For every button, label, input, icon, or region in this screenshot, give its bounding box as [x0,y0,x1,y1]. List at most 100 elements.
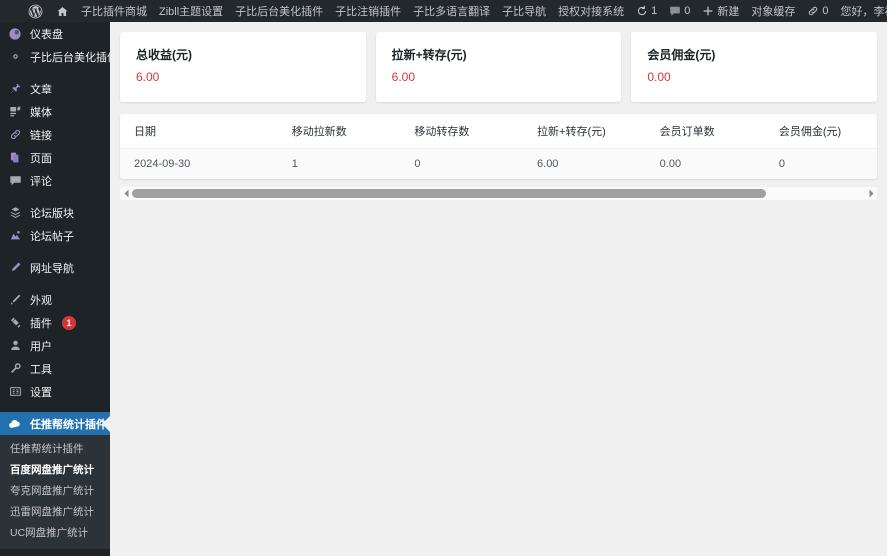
link-icon [807,5,819,17]
scrollbar-right-arrow-button[interactable] [865,187,877,200]
sidebar-divider [0,279,110,288]
ab-item-links[interactable]: 0 [801,0,834,22]
sidebar-item-users[interactable]: 用户 [0,334,110,357]
ab-item-site-home[interactable] [50,0,75,22]
sidebar-item-settings[interactable]: 设置 [0,380,110,403]
forum-icon [7,206,23,219]
sidebar-item-forum-topics[interactable]: 论坛帖子 [0,224,110,247]
submenu-item-quark-netdisk-stats[interactable]: 夸克网盘推广统计 [0,481,110,502]
cell-mobile-new-users: 1 [277,148,401,179]
sidebar-item-label: 文章 [30,83,52,96]
comment-icon [7,174,23,187]
ab-item-label: 子比插件商城 [81,6,147,18]
sidebar-item-tools[interactable]: 工具 [0,357,110,380]
sidebar-divider [0,549,110,556]
tools-icon [7,362,23,375]
chevron-left-icon [123,189,130,198]
stat-card-value: 6.00 [136,70,160,84]
sidebar-item-pages[interactable]: 页面 [0,146,110,169]
updates-icon [636,5,648,17]
submenu-item-xunlei-netdisk-stats[interactable]: 迅雷网盘推广统计 [0,502,110,523]
sidebar-divider [0,192,110,201]
sidebar-item-appearance[interactable]: 外观 [0,288,110,311]
ab-item-multilang-plugin[interactable]: 子比多语言翻译 [407,0,496,22]
sidebar-item-label: 子比后台美化插件 [30,51,110,64]
sidebar-item-posts[interactable]: 文章 [0,77,110,100]
users-icon [7,339,23,352]
sidebar-item-label: 插件 [30,317,52,330]
cell-member-commission: 0 [764,148,877,179]
ab-item-label: 子比导航 [502,6,547,18]
table-horizontal-scrollbar[interactable] [120,187,877,200]
submenu-item-uc-netdisk-stats[interactable]: UC网盘推广统计 [0,523,110,544]
sidebar-item-forum-boards[interactable]: 论坛版块 [0,201,110,224]
cell-member-orders: 0.00 [645,148,765,179]
sidebar-item-label: 用户 [30,340,52,353]
settings-icon [7,385,23,398]
ab-item-new-content[interactable]: 新建 [696,0,745,22]
cell-mobile-saves: 0 [400,148,524,179]
navigation-icon [7,261,23,274]
column-header-new-plus-save-amount[interactable]: 拉新+转存(元) [523,114,646,149]
column-header-mobile-saves[interactable]: 移动转存数 [400,114,524,149]
ab-item-plugin-store[interactable]: 子比插件商城 [75,0,153,22]
appearance-icon [7,293,23,306]
ab-item-label: 子比后台美化插件 [235,6,324,18]
wordpress-logo-button[interactable] [0,0,50,22]
pin-icon [7,82,23,95]
admin-bar: 子比插件商城 Zibll主题设置 子比后台美化插件 子比注销插件 子比多语言翻译… [0,0,887,22]
column-header-date[interactable]: 日期 [120,114,278,149]
sidebar-item-rentuibang-stats[interactable]: 任推帮统计插件 [0,412,110,435]
wordpress-logo-icon [28,4,43,19]
ab-item-object-cache[interactable]: 对象缓存 [745,0,801,22]
sidebar-item-plugins[interactable]: 插件 1 [0,311,110,334]
sidebar-item-links[interactable]: 链接 [0,123,110,146]
ab-item-admin-beautify-plugin[interactable]: 子比后台美化插件 [229,0,329,22]
ab-item-label: Zibll主题设置 [159,6,224,18]
sidebar-item-media[interactable]: 媒体 [0,100,110,123]
sidebar-item-label: 网址导航 [30,262,74,275]
table-row: 2024-09-30 1 0 6.00 0.00 0 [120,148,877,179]
ab-item-howdy-user[interactable]: 您好，李初一 [835,0,887,22]
column-header-member-commission[interactable]: 会员佣金(元) [764,114,877,149]
submenu-item-baidu-netdisk-stats[interactable]: 百度网盘推广统计 [0,460,110,481]
ab-item-label: 子比多语言翻译 [413,6,491,18]
sidebar-item-label: 仪表盘 [30,28,63,41]
stat-card-title: 拉新+转存(元) [391,48,467,62]
sidebar-item-label: 任推帮统计插件 [30,418,107,431]
ab-item-navigation[interactable]: 子比导航 [496,0,552,22]
submenu-item-rentuibang-plugin[interactable]: 任推帮统计插件 [0,439,110,460]
sidebar-item-dashboard[interactable]: 仪表盘 [0,22,110,45]
stat-card-value: 6.00 [391,70,416,84]
scrollbar-track[interactable] [132,187,865,200]
sidebar-item-comments[interactable]: 评论 [0,169,110,192]
sidebar-item-label: 评论 [30,175,52,188]
sidebar-item-website-navigation[interactable]: 网址导航 [0,256,110,279]
scrollbar-left-arrow-button[interactable] [120,187,132,200]
stat-card-value: 0.00 [647,70,671,84]
sidebar-item-label: 论坛帖子 [30,230,74,243]
scrollbar-thumb[interactable] [132,189,767,198]
dashboard-icon [7,27,23,41]
stats-table-head: 日期 移动拉新数 移动转存数 拉新+转存(元) 会员订单数 会员佣金(元) [120,114,877,149]
sidebar-item-admin-beautify[interactable]: 子比后台美化插件 [0,45,110,68]
column-header-mobile-new-users[interactable]: 移动拉新数 [277,114,401,149]
cloud-icon [7,417,23,431]
ab-item-license-system[interactable]: 授权对接系统 [552,0,630,22]
admin-sidebar-menu: 仪表盘 子比后台美化插件 文章 媒体 链接 页面 评论 论坛版块 论坛帖子 网址… [0,22,110,556]
cell-date: 2024-09-30 [120,148,278,179]
ab-item-label: 新建 [717,6,740,18]
column-header-member-orders[interactable]: 会员订单数 [645,114,765,149]
sidebar-divider [0,68,110,77]
sidebar-item-label: 工具 [30,363,52,376]
ab-item-updates[interactable]: 1 [630,0,663,22]
ab-item-zibll-theme-settings[interactable]: Zibll主题设置 [153,0,229,22]
sidebar-divider [0,403,110,412]
ab-item-logout-plugin[interactable]: 子比注销插件 [329,0,407,22]
ab-item-comments[interactable]: 0 [663,0,696,22]
comment-icon [669,5,681,17]
ab-item-label: 对象缓存 [751,6,796,18]
plugins-icon [7,316,23,329]
sidebar-item-label: 论坛版块 [30,207,74,220]
ab-comments-count: 0 [684,5,691,17]
